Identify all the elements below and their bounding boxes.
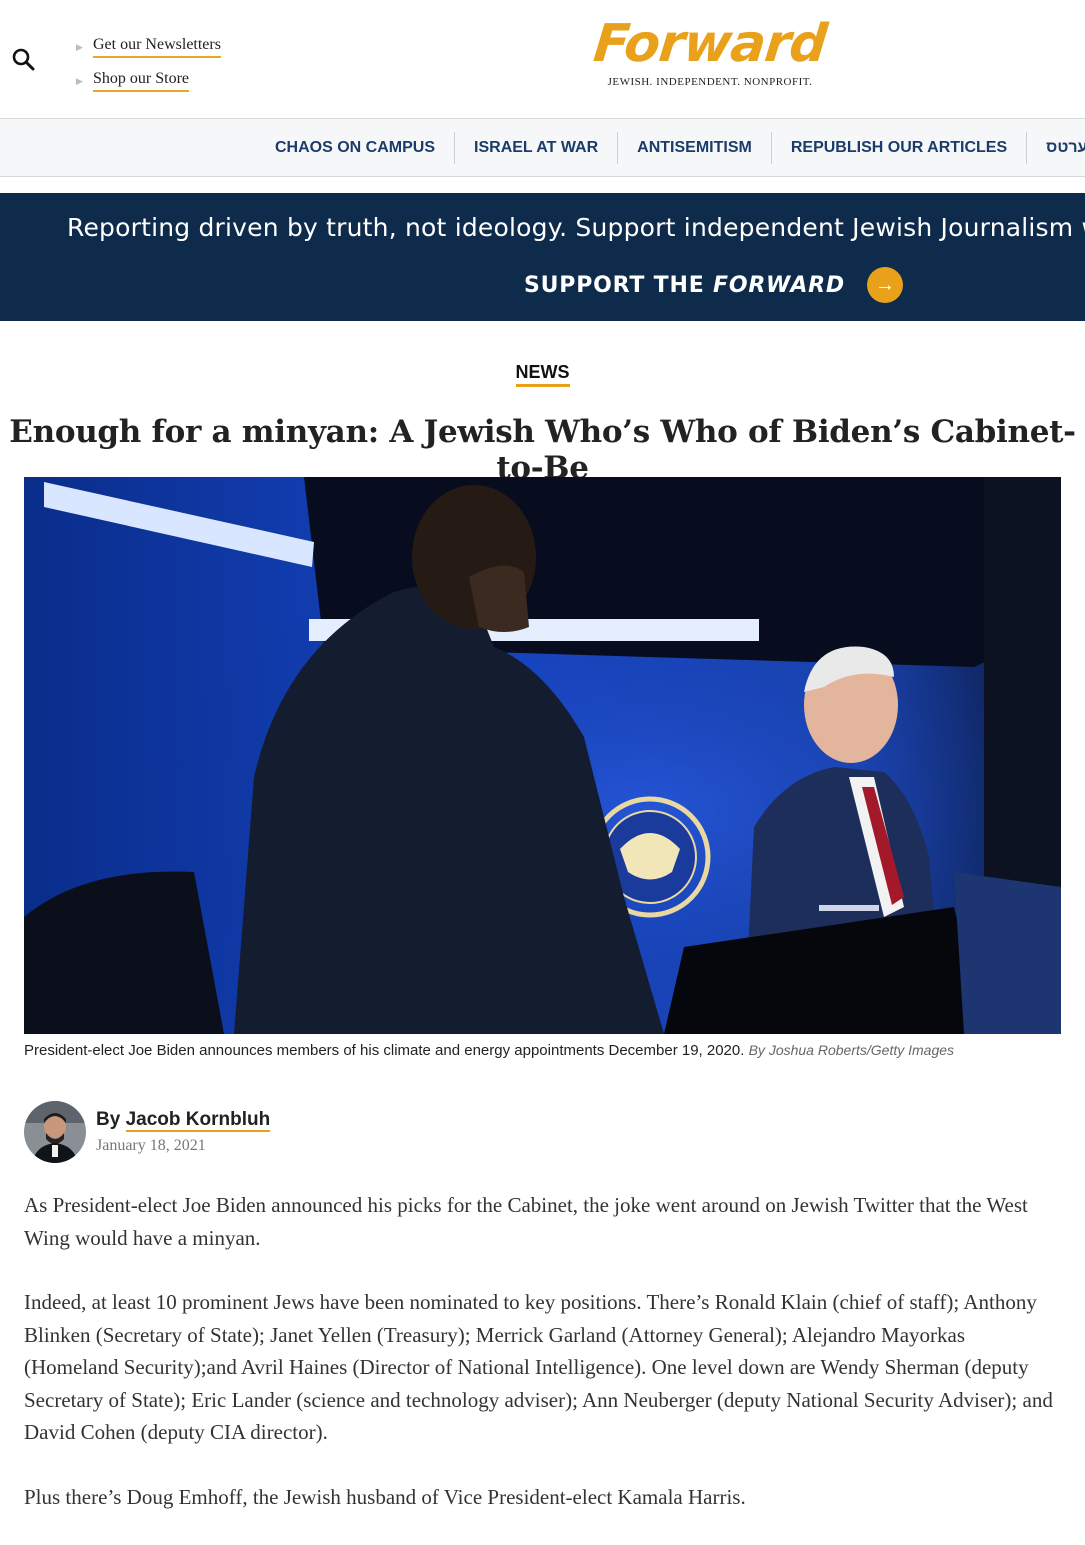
search-icon[interactable] — [10, 46, 38, 74]
support-banner-text: Reporting driven by truth, not ideology.… — [67, 213, 1085, 242]
article-headline: Enough for a minyan: A Jewish Who’s Who … — [9, 414, 1076, 486]
triangle-bullet-icon: ▶ — [76, 75, 83, 86]
byline-author: By Jacob Kornbluh — [96, 1109, 271, 1132]
forward-logo[interactable]: Forward JEWISH. INDEPENDENT. NONPROFIT. — [590, 14, 830, 88]
nav-item-israel-at-war[interactable]: ISRAEL AT WAR — [455, 131, 619, 164]
author-link[interactable]: Jacob Kornbluh — [125, 1109, 271, 1132]
nav-item-chaos-on-campus[interactable]: CHAOS ON CAMPUS — [256, 131, 456, 164]
logo-tagline: JEWISH. INDEPENDENT. NONPROFIT. — [607, 76, 813, 88]
article-paragraph: Indeed, at least 10 prominent Jews have … — [24, 1290, 1053, 1444]
header-links: ▶ Get our Newsletters ▶ Shop our Store — [76, 30, 221, 98]
section-label-wrap: NEWS — [0, 362, 1085, 387]
section-link[interactable]: NEWS — [515, 362, 570, 387]
caption-text: President-elect Joe Biden announces memb… — [24, 1042, 745, 1059]
byline: By Jacob Kornbluh January 18, 2021 — [24, 1101, 271, 1163]
store-link[interactable]: Shop our Store — [93, 70, 189, 92]
nav-item-yiddish[interactable]: פֿאָרווערטס — [1027, 132, 1085, 164]
article-paragraph: As President-elect Joe Biden announced h… — [24, 1193, 1028, 1250]
image-caption: President-elect Joe Biden announces memb… — [24, 1040, 1044, 1061]
site-header: ▶ Get our Newsletters ▶ Shop our Store F… — [0, 0, 1085, 118]
support-forward-button[interactable]: SUPPORT THE FORWARD → — [524, 267, 903, 303]
article-body: As President-elect Joe Biden announced h… — [24, 1189, 1064, 1545]
main-nav: CHAOS ON CAMPUS ISRAEL AT WAR ANTISEMITI… — [0, 118, 1085, 177]
caption-credit: By Joshua Roberts/Getty Images — [748, 1042, 955, 1058]
logo-wordmark: Forward — [590, 14, 830, 74]
article-paragraph: Plus there’s Doug Emhoff, the Jewish hus… — [24, 1484, 746, 1509]
author-avatar[interactable] — [24, 1101, 86, 1163]
triangle-bullet-icon: ▶ — [76, 41, 83, 52]
nav-item-republish[interactable]: REPUBLISH OUR ARTICLES — [772, 131, 1028, 164]
support-button-label: SUPPORT THE FORWARD — [524, 272, 845, 298]
hero-image — [24, 477, 1061, 1034]
store-link-row: ▶ Shop our Store — [76, 64, 221, 98]
publish-date: January 18, 2021 — [96, 1137, 206, 1154]
newsletters-link-row: ▶ Get our Newsletters — [76, 30, 221, 64]
newsletters-link[interactable]: Get our Newsletters — [93, 36, 221, 58]
arrow-right-icon: → — [866, 267, 903, 303]
nav-item-antisemitism[interactable]: ANTISEMITISM — [618, 131, 772, 164]
hero-photo-illustration — [24, 477, 1061, 1034]
support-banner: Reporting driven by truth, not ideology.… — [0, 193, 1085, 321]
